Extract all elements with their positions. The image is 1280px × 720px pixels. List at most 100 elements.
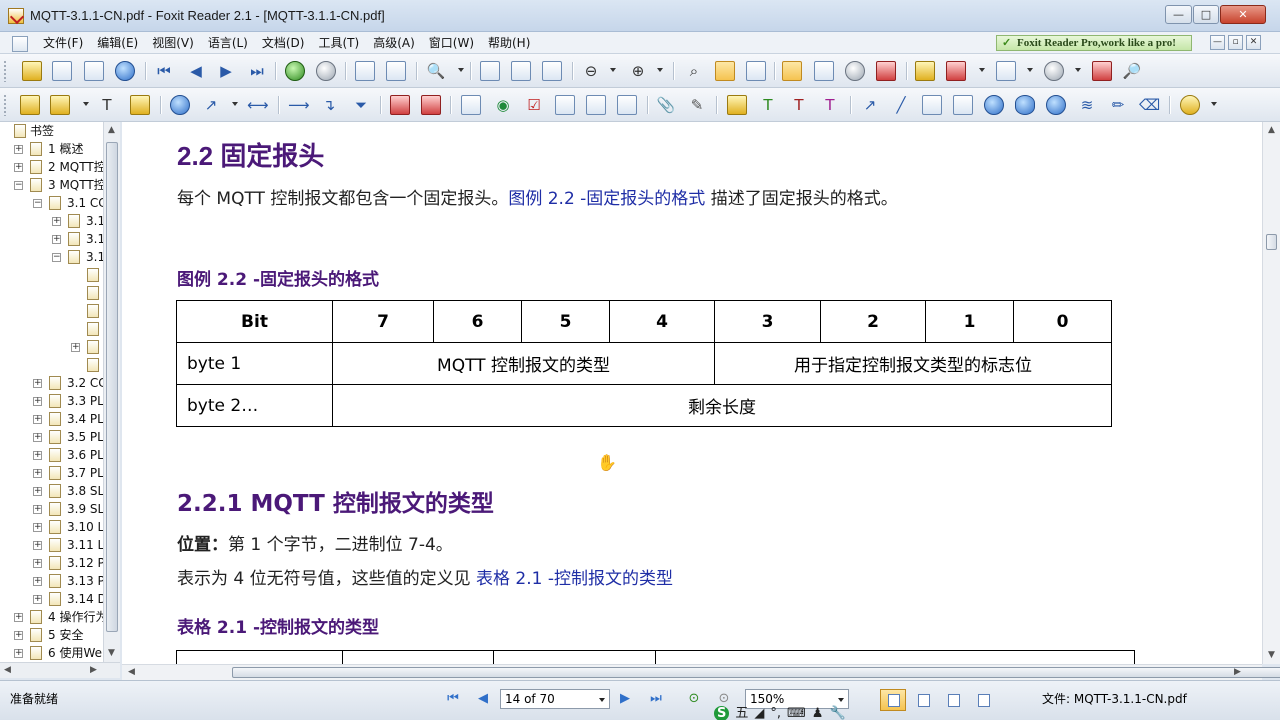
document-icon[interactable]: [4, 36, 30, 52]
strikeout-icon[interactable]: T: [789, 95, 809, 115]
menu-document[interactable]: 文档(D): [255, 35, 312, 51]
bookmark-item[interactable]: +3.2 CC: [33, 374, 103, 392]
ime-user-icon[interactable]: ♟: [812, 706, 824, 720]
close-button[interactable]: ✕: [1220, 5, 1266, 24]
draw-circle-icon[interactable]: [984, 95, 1004, 115]
bookmark-item[interactable]: 3.1: [71, 356, 103, 374]
bookmark-item[interactable]: +3.13 P: [33, 572, 103, 590]
expand-toggle-icon[interactable]: +: [33, 469, 42, 478]
typewriter-text-icon[interactable]: [727, 95, 747, 115]
zoom-in-circle-icon[interactable]: ⊕: [628, 61, 648, 81]
table-link[interactable]: 表格 2.1 -控制报文的类型: [476, 569, 673, 589]
callout-icon[interactable]: [130, 95, 150, 115]
filter-icon[interactable]: ⏷: [351, 95, 371, 115]
zoom-out-circle-icon[interactable]: ⊖: [581, 61, 601, 81]
find-icon[interactable]: ⌕: [684, 61, 704, 81]
push-button-icon[interactable]: [617, 95, 637, 115]
text-format-icon[interactable]: T: [97, 95, 117, 115]
menu-view[interactable]: 视图(V): [145, 35, 201, 51]
document-vertical-scrollbar[interactable]: ▲ ▼: [1262, 122, 1280, 664]
bookmark-item[interactable]: +3.14 D: [33, 590, 103, 608]
expand-toggle-icon[interactable]: +: [33, 379, 42, 388]
ime-tools-icon[interactable]: 🔧: [829, 706, 845, 720]
bookmark-item[interactable]: [71, 320, 103, 338]
snapshot-icon[interactable]: [845, 61, 865, 81]
document-view[interactable]: 2.2 固定报头 每个 MQTT 控制报文都包含一个固定报头。图例 2.2 -固…: [122, 122, 1262, 664]
expand-toggle-icon[interactable]: +: [14, 631, 23, 640]
minimize-button[interactable]: —: [1165, 5, 1192, 24]
thumbnails-icon[interactable]: [746, 61, 766, 81]
bookmarks-horizontal-scrollbar[interactable]: ◀ ▶: [0, 662, 120, 678]
note-icon[interactable]: [20, 95, 40, 115]
page-dropdown-arrow[interactable]: [599, 698, 605, 702]
save-icon[interactable]: [52, 61, 72, 81]
draw-square-icon[interactable]: [953, 95, 973, 115]
bookmark-item[interactable]: +3.9 SL: [33, 500, 103, 518]
last-page-icon[interactable]: ⏭: [247, 61, 267, 81]
single-page-icon[interactable]: [480, 61, 500, 81]
distance-tool-icon[interactable]: ⟷: [247, 95, 269, 115]
document-horizontal-scrollbar[interactable]: ◀ ▶: [122, 664, 1280, 680]
text-field-icon[interactable]: [461, 95, 481, 115]
collapse-toggle-icon[interactable]: −: [52, 253, 61, 262]
bookmark-item[interactable]: +3.4 PL: [33, 410, 103, 428]
bookmark-item[interactable]: +3.8 SL: [33, 482, 103, 500]
bookmark-item[interactable]: +3.1: [52, 212, 103, 230]
bookmark-item[interactable]: +3.3 PL: [33, 392, 103, 410]
eraser-icon[interactable]: ⌫: [1139, 95, 1160, 115]
expand-toggle-icon[interactable]: +: [33, 559, 42, 568]
expand-toggle-icon[interactable]: +: [33, 595, 42, 604]
next-page-button[interactable]: ▶: [615, 690, 635, 708]
bookmark-item[interactable]: +3.10 L: [33, 518, 103, 536]
menu-help[interactable]: 帮助(H): [481, 35, 537, 51]
continuous-view-button[interactable]: [910, 689, 936, 711]
pointer-icon[interactable]: [915, 61, 935, 81]
bookmark-item[interactable]: +: [71, 338, 103, 356]
expand-toggle-icon[interactable]: +: [33, 577, 42, 586]
paste-page-icon[interactable]: [386, 61, 406, 81]
document-scroll-thumb[interactable]: [1266, 234, 1277, 250]
arrow-dropdown-arrow[interactable]: [232, 102, 238, 106]
foxit-app-icon[interactable]: [8, 8, 24, 24]
expand-toggle-icon[interactable]: +: [52, 217, 61, 226]
bookmark-item[interactable]: +3.5 PL: [33, 428, 103, 446]
expand-toggle-icon[interactable]: +: [33, 523, 42, 532]
menu-tools[interactable]: 工具(T): [311, 35, 366, 51]
radio-button-icon[interactable]: ◉: [493, 95, 513, 115]
expand-toggle-icon[interactable]: +: [14, 145, 23, 154]
pencil-icon[interactable]: ✏: [1108, 95, 1128, 115]
menu-advanced[interactable]: 高级(A): [366, 35, 422, 51]
bookmark-item[interactable]: +3.6 PL: [33, 446, 103, 464]
facing-view-button[interactable]: [940, 689, 966, 711]
squiggly-icon[interactable]: T: [820, 95, 840, 115]
expand-toggle-icon[interactable]: +: [14, 649, 23, 658]
zoom-dropdown-arrow[interactable]: [458, 68, 464, 72]
mdi-minimize-button[interactable]: —: [1210, 35, 1225, 50]
bookmark-item[interactable]: [71, 302, 103, 320]
ime-toolbar[interactable]: S 五 ◢ °, ⌨ ♟ 🔧: [714, 702, 884, 720]
expand-toggle-icon[interactable]: +: [33, 505, 42, 514]
bookmarks-panel-icon[interactable]: [715, 61, 735, 81]
bookmark-item[interactable]: +3.1: [52, 230, 103, 248]
maximize-button[interactable]: □: [1193, 5, 1219, 24]
highlight-text-icon[interactable]: [50, 95, 70, 115]
bookmark-item[interactable]: − 3 MQTT控: [14, 176, 103, 194]
checkbox-icon[interactable]: ☑: [524, 95, 544, 115]
ime-wubi-mode[interactable]: 五: [735, 706, 748, 720]
page-number-field[interactable]: 14 of 70: [500, 689, 610, 709]
email-icon[interactable]: [115, 61, 135, 81]
help-dropdown-arrow[interactable]: [1211, 102, 1217, 106]
bookmark-item[interactable]: +2 MQTT控: [14, 158, 103, 176]
bookmark-item[interactable]: +3.11 L: [33, 536, 103, 554]
bookmark-item[interactable]: +3.7 PL: [33, 464, 103, 482]
last-page-button[interactable]: ⏭: [646, 690, 666, 708]
expand-toggle-icon[interactable]: +: [33, 451, 42, 460]
promo-banner[interactable]: Foxit Reader Pro,work like a pro!: [996, 35, 1192, 51]
draw-arrow-icon[interactable]: ↗: [860, 95, 880, 115]
figure-link[interactable]: 图例 2.2 -固定报头的格式: [508, 189, 705, 209]
fit-page-icon[interactable]: [542, 61, 562, 81]
ime-keyboard-icon[interactable]: ⌨: [787, 706, 806, 720]
ime-halfwidth-icon[interactable]: ◢: [754, 706, 764, 720]
expand-toggle-icon[interactable]: +: [33, 487, 42, 496]
expand-toggle-icon[interactable]: +: [52, 235, 61, 244]
